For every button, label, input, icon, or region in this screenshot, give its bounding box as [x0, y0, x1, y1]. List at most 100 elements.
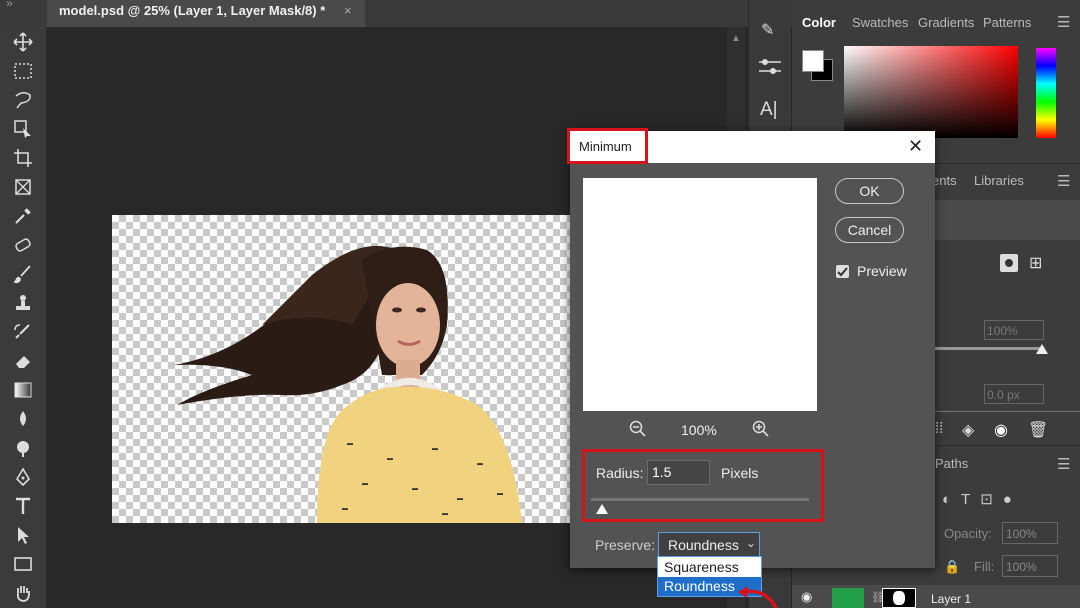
pixel-mask-icon[interactable] [1000, 254, 1018, 272]
fill-label: Fill: [974, 559, 995, 574]
eraser-icon[interactable] [10, 348, 36, 374]
fill-field[interactable]: 100% [1002, 555, 1058, 577]
svg-text:▬: ▬ [442, 511, 448, 517]
chevron-down-icon: ⌄ [746, 536, 757, 550]
layer-name: Layer 1 [931, 592, 972, 606]
type-icon[interactable] [10, 493, 36, 519]
hue-slider[interactable] [1036, 48, 1056, 138]
radius-slider-thumb[interactable] [595, 504, 608, 514]
adjustments-icon[interactable] [757, 57, 783, 77]
layer-mask-thumbnail[interactable] [882, 588, 916, 608]
model-photo: ▬ ▬ ▬ ▬ ▬ ▬ ▬ ▬ ▬ ▬ [174, 245, 522, 523]
tab-adjustments[interactable]: ents [932, 160, 957, 200]
opacity-field[interactable]: 100% [1002, 522, 1058, 544]
tab-paths[interactable]: Paths [935, 445, 968, 481]
scroll-up-icon[interactable]: ▲ [731, 33, 741, 44]
delete-mask-icon[interactable]: 🗑 [1028, 420, 1048, 440]
preserve-label: Preserve: [595, 537, 655, 553]
svg-text:▬: ▬ [342, 506, 348, 512]
move-tool-icon[interactable] [10, 29, 36, 55]
properties-header [935, 200, 1080, 240]
healing-brush-icon[interactable] [10, 232, 36, 258]
close-document-icon[interactable]: × [344, 3, 352, 18]
apply-mask-icon[interactable]: ◈ [962, 420, 974, 440]
zoom-in-icon[interactable] [752, 420, 770, 443]
load-selection-icon[interactable]: ⁞⁞ [935, 420, 943, 437]
preview-label: Preview [857, 263, 907, 279]
dodge-icon[interactable] [10, 435, 36, 461]
radius-label: Radius: [596, 465, 644, 481]
svg-text:▬: ▬ [457, 496, 463, 502]
svg-text:▬: ▬ [497, 491, 503, 497]
gradient-icon[interactable] [10, 377, 36, 403]
preserve-dropdown[interactable]: Roundness ⌄ [658, 532, 760, 558]
zoom-level: 100% [681, 422, 717, 438]
brush-settings-icon[interactable]: ✎ [761, 20, 774, 40]
radius-unit: Pixels [721, 465, 759, 481]
svg-text:▬: ▬ [362, 481, 368, 487]
character-icon[interactable]: A| [760, 99, 778, 121]
radius-input[interactable]: 1.5 [647, 460, 710, 485]
ok-button[interactable]: OK [835, 178, 904, 204]
svg-text:▬: ▬ [412, 486, 418, 492]
layer-row[interactable]: ◉ ⛓ Layer 1 [792, 585, 1080, 608]
panel-menu-icon[interactable]: ☰ [1057, 455, 1070, 473]
feather-slider [935, 411, 1080, 412]
feather-field[interactable]: 0.0 px [984, 384, 1044, 404]
image-canvas[interactable]: ▬ ▬ ▬ ▬ ▬ ▬ ▬ ▬ ▬ ▬ [112, 215, 570, 523]
layer-visibility-icon[interactable]: ◉ [801, 589, 812, 605]
density-slider-thumb[interactable] [1036, 344, 1048, 354]
dialog-titlebar[interactable]: Minimum ✕ [567, 128, 935, 164]
lock-icon[interactable]: 🔒 [944, 559, 960, 575]
preserve-selected: Roundness [668, 537, 739, 553]
tab-patterns[interactable]: Patterns [983, 0, 1031, 44]
preview-checkbox[interactable] [836, 265, 849, 278]
density-field[interactable]: 100% [984, 320, 1044, 340]
tools-panel [0, 27, 47, 608]
foreground-color-swatch[interactable] [802, 50, 824, 72]
tab-gradients[interactable]: Gradients [918, 0, 974, 44]
rectangle-icon[interactable] [10, 551, 36, 577]
pen-icon[interactable] [10, 464, 36, 490]
document-title: model.psd @ 25% (Layer 1, Layer Mask/8) … [59, 3, 326, 18]
object-selection-icon[interactable] [10, 116, 36, 142]
zoom-out-icon[interactable] [629, 420, 647, 443]
option-squareness[interactable]: Squareness [658, 558, 761, 577]
pointer-arrow-annotation [738, 586, 778, 608]
panel-menu-icon[interactable]: ☰ [1057, 172, 1070, 190]
svg-text:▬: ▬ [477, 461, 483, 467]
history-brush-icon[interactable] [10, 319, 36, 345]
eyedropper-icon[interactable] [10, 203, 36, 229]
filter-preview[interactable] [583, 178, 817, 411]
visibility-icon[interactable]: ◉ [994, 420, 1008, 440]
panel-menu-icon[interactable]: ☰ [1057, 13, 1070, 31]
color-field[interactable] [844, 46, 1018, 138]
tab-swatches[interactable]: Swatches [852, 0, 908, 44]
crop-icon[interactable] [10, 145, 36, 171]
check-icon [837, 267, 848, 277]
path-selection-icon[interactable] [10, 522, 36, 548]
opacity-label: Opacity: [944, 526, 992, 541]
density-slider[interactable] [935, 347, 1040, 350]
title-highlight-box [567, 128, 648, 164]
radius-slider[interactable] [591, 498, 809, 501]
vector-mask-icon[interactable]: ⊞ [1029, 253, 1042, 273]
close-icon[interactable]: ✕ [908, 136, 923, 157]
brush-icon[interactable] [10, 261, 36, 287]
minimum-dialog: Minimum ✕ OK Cancel Preview 100% Radius:… [567, 128, 935, 568]
clone-stamp-icon[interactable] [10, 290, 36, 316]
tab-libraries[interactable]: Libraries [974, 160, 1024, 200]
svg-text:▬: ▬ [347, 441, 353, 447]
layer-filter-icons[interactable]: ◐T⊡● [942, 490, 1022, 508]
rectangular-marquee-icon[interactable] [10, 58, 36, 84]
hand-icon[interactable] [10, 580, 36, 606]
frame-icon[interactable] [10, 174, 36, 200]
collapse-left-icon[interactable]: » [6, 0, 13, 10]
tab-color[interactable]: Color [802, 0, 836, 44]
svg-text:▬: ▬ [387, 456, 393, 462]
document-tab[interactable]: model.psd @ 25% (Layer 1, Layer Mask/8) … [47, 0, 365, 28]
blur-icon[interactable] [10, 406, 36, 432]
svg-text:▬: ▬ [432, 446, 438, 452]
lasso-icon[interactable] [10, 87, 36, 113]
cancel-button[interactable]: Cancel [835, 217, 904, 243]
